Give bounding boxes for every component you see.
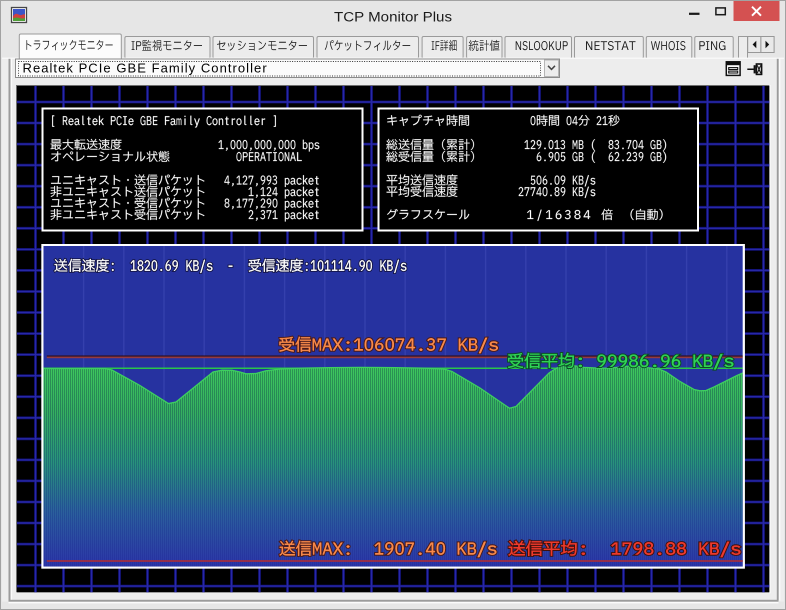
- svg-text:TCP Monitor Plus: TCP Monitor Plus: [334, 10, 452, 25]
- svg-text:Realtek PCIe GBE Family Contro: Realtek PCIe GBE Family Controller: [23, 61, 268, 76]
